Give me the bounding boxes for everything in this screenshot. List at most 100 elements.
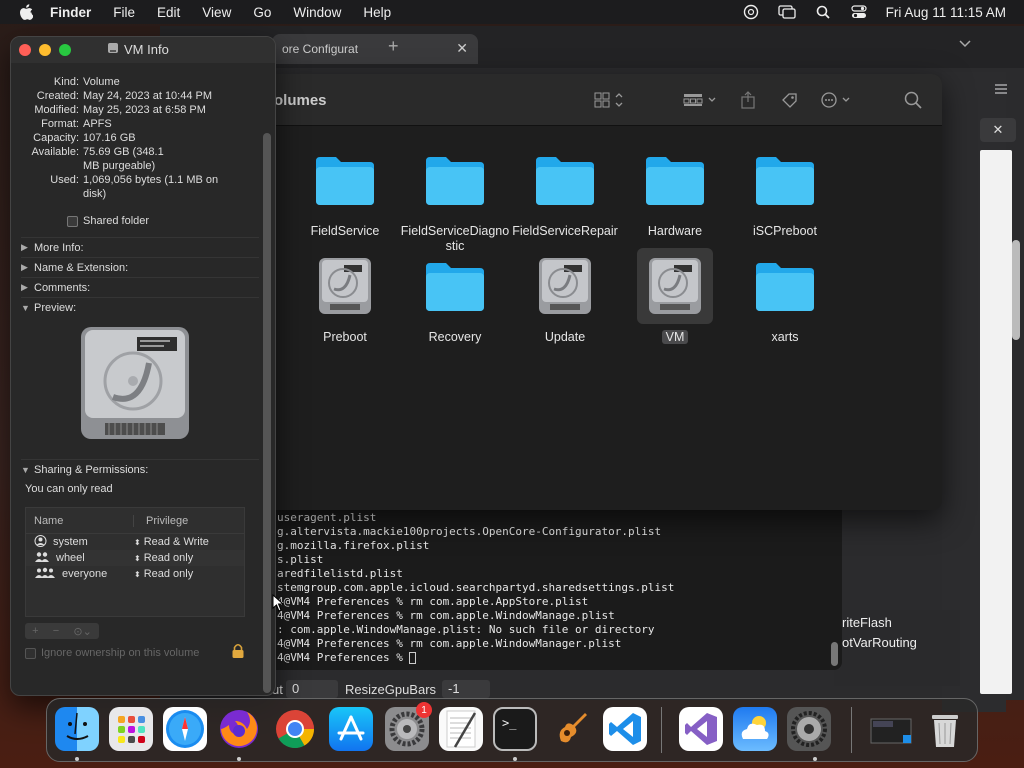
folder-item[interactable]: Recovery: [400, 248, 510, 345]
terminal-scrollbar[interactable]: [831, 642, 838, 666]
ignore-ownership-option[interactable]: Ignore ownership on this volume: [25, 647, 199, 659]
app-store-app-icon[interactable]: [329, 707, 373, 751]
lock-icon[interactable]: [231, 643, 245, 664]
menu-window[interactable]: Window: [293, 5, 341, 20]
garageband-app-icon[interactable]: [549, 707, 593, 751]
permission-note: You can only read: [25, 483, 113, 495]
resize-gpu-bars-input[interactable]: -1: [442, 680, 490, 698]
apple-menu-icon[interactable]: [16, 2, 36, 22]
shared-folder-option[interactable]: Shared folder: [67, 215, 149, 227]
table-row[interactable]: wheel ⬍ Read only: [26, 550, 244, 566]
folder-icon: [747, 142, 823, 218]
folder-item[interactable]: FieldServiceRepair: [510, 142, 620, 239]
group-by-icon[interactable]: [682, 90, 718, 110]
folder-item[interactable]: xarts: [730, 248, 840, 345]
shared-folder-label: Shared folder: [83, 215, 150, 227]
drive-item[interactable]: Update: [510, 248, 620, 345]
screenshot-thumbnail-icon[interactable]: [869, 707, 913, 751]
folder-item[interactable]: FieldServiceDiagnostic: [400, 142, 510, 254]
section-preview[interactable]: ▼ Preview:: [21, 297, 259, 315]
section-comments[interactable]: ▶ Comments:: [21, 277, 259, 295]
tab-opencore-configurator[interactable]: ore Configurat ✕: [272, 34, 478, 64]
user-name: wheel: [56, 552, 85, 564]
ignore-ownership-checkbox[interactable]: [25, 647, 36, 659]
tab-close-icon[interactable]: ✕: [456, 40, 468, 57]
openai-icon[interactable]: [742, 4, 760, 20]
drive-item[interactable]: Preboot: [290, 248, 400, 345]
safari-app-icon[interactable]: [163, 707, 207, 751]
menu-edit[interactable]: Edit: [157, 5, 180, 20]
new-tab-plus-icon[interactable]: +: [388, 36, 399, 57]
more-actions-icon[interactable]: [820, 90, 854, 110]
column-header-name[interactable]: Name: [26, 514, 134, 527]
menu-go[interactable]: Go: [253, 5, 271, 20]
terminal-app-icon[interactable]: >_: [493, 707, 537, 751]
scrollbar[interactable]: [1012, 240, 1020, 340]
terminal-line: s.plist: [277, 553, 324, 566]
system-settings-app-icon[interactable]: [787, 707, 831, 751]
action-menu-button[interactable]: ⊙⌄: [73, 625, 91, 638]
menu-file[interactable]: File: [113, 5, 135, 20]
textedit-app-icon[interactable]: [439, 707, 483, 751]
dock-separator: [661, 707, 662, 753]
screen-mirroring-icon[interactable]: [778, 4, 796, 20]
shared-folder-checkbox[interactable]: [67, 215, 78, 227]
finder-app-icon[interactable]: [55, 707, 99, 751]
chrome-app-icon[interactable]: [273, 707, 317, 751]
terminal-window[interactable]: useragent.plist g.altervista.mackie100pr…: [272, 508, 842, 670]
menu-view[interactable]: View: [202, 5, 231, 20]
chevron-down-icon[interactable]: [958, 38, 972, 52]
share-icon[interactable]: [740, 90, 756, 110]
item-label: VM: [661, 330, 689, 344]
chevron-down-icon: ▼: [21, 302, 30, 313]
section-name-extension[interactable]: ▶ Name & Extension:: [21, 257, 259, 275]
folder-icon: [417, 142, 493, 218]
menu-app-finder[interactable]: Finder: [50, 5, 91, 20]
terminal-cursor: [409, 652, 417, 664]
panel-close-button[interactable]: ✕: [980, 118, 1016, 142]
drive-item-selected[interactable]: VM: [620, 248, 730, 345]
spotlight-search-icon[interactable]: [814, 4, 832, 20]
resize-gpu-bars-label: ResizeGpuBars: [345, 682, 437, 697]
folder-item[interactable]: FieldService: [290, 142, 400, 239]
section-label: Sharing & Permissions:: [34, 463, 149, 476]
hamburger-menu-icon[interactable]: [994, 82, 1008, 100]
close-button[interactable]: [19, 44, 31, 56]
privilege-popup[interactable]: ⬍ Read & Write: [134, 536, 209, 548]
table-row[interactable]: system ⬍ Read & Write: [26, 534, 244, 550]
folder-item[interactable]: iSCPreboot: [730, 142, 840, 239]
section-sharing-permissions[interactable]: ▼ Sharing & Permissions:: [21, 459, 259, 477]
search-icon[interactable]: [904, 90, 922, 110]
folder-item[interactable]: Hardware: [620, 142, 730, 239]
running-indicator: [513, 757, 517, 761]
privilege-popup[interactable]: ⬍ Read only: [134, 552, 193, 564]
trash-icon[interactable]: [923, 707, 967, 751]
control-center-icon[interactable]: [850, 4, 868, 20]
field-value-input[interactable]: 0: [286, 680, 338, 698]
column-header-privilege[interactable]: Privilege: [134, 515, 188, 527]
privilege-popup[interactable]: ⬍ Read only: [134, 568, 193, 580]
finder-toolbar: olumes: [272, 74, 942, 126]
remove-user-button[interactable]: −: [53, 625, 59, 637]
section-more-info[interactable]: ▶ More Info:: [21, 237, 259, 255]
chevron-right-icon: ▶: [21, 262, 28, 272]
icon-view-toggle-icon[interactable]: [594, 90, 626, 110]
minimize-button[interactable]: [39, 44, 51, 56]
config-item[interactable]: otVarRouting: [842, 633, 952, 653]
launchpad-app-icon[interactable]: [109, 707, 153, 751]
firefox-app-icon[interactable]: [217, 707, 261, 751]
visual-studio-app-icon[interactable]: [679, 707, 723, 751]
zoom-button[interactable]: [59, 44, 71, 56]
vscode-app-icon[interactable]: [603, 707, 647, 751]
icloud-weather-app-icon[interactable]: [733, 707, 777, 751]
tag-icon[interactable]: [780, 90, 798, 110]
menu-help[interactable]: Help: [363, 5, 391, 20]
table-row[interactable]: everyone ⬍ Read only: [26, 566, 244, 582]
add-user-button[interactable]: +: [32, 625, 38, 637]
chevron-down-icon: ▼: [21, 464, 30, 475]
info-scrollbar[interactable]: [263, 133, 271, 693]
permissions-buttons: + − ⊙⌄: [25, 623, 99, 639]
menubar-clock[interactable]: Fri Aug 11 11:15 AM: [886, 5, 1006, 20]
terminal-line: stemgroup.com.apple.icloud.searchpartyd.…: [277, 581, 675, 594]
config-item[interactable]: riteFlash: [842, 613, 952, 633]
